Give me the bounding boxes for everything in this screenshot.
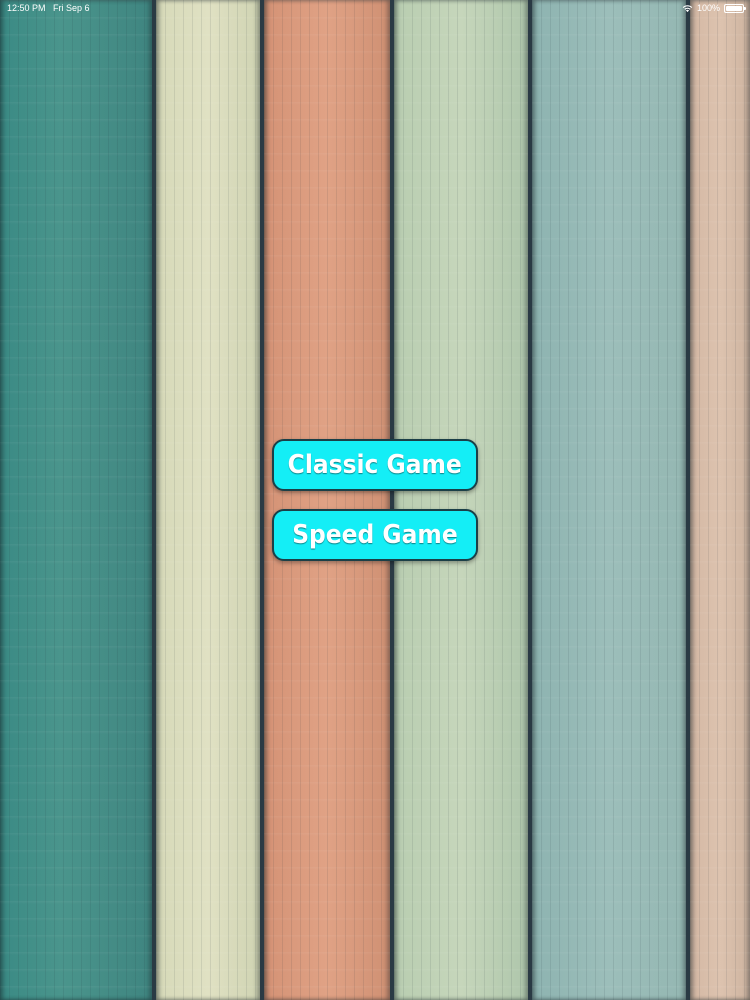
plank-peach	[690, 0, 750, 1000]
status-right-group: 100%	[682, 0, 746, 16]
speed-game-label: Speed Game	[292, 520, 458, 550]
status-bar: 12:50 PM Fri Sep 6 100%	[0, 0, 750, 16]
classic-game-label: Classic Game	[287, 450, 463, 480]
wood-plank-background	[0, 0, 750, 1000]
battery-fill	[726, 5, 742, 11]
plank-blue-grey	[532, 0, 686, 1000]
plank-teal	[0, 0, 152, 1000]
status-time: 12:50 PM	[7, 3, 46, 13]
plank-cream	[156, 0, 260, 1000]
battery-percentage: 100%	[696, 3, 720, 13]
plank-sage	[394, 0, 528, 1000]
classic-game-button[interactable]: Classic Game	[272, 439, 478, 491]
plank-salmon	[264, 0, 390, 1000]
speed-game-button[interactable]: Speed Game	[272, 509, 478, 561]
status-date: Fri Sep 6	[53, 3, 90, 13]
game-menu-screen: 12:50 PM Fri Sep 6 100% Classic Game Spe…	[0, 0, 750, 1000]
battery-icon	[724, 3, 746, 13]
wifi-icon	[682, 4, 693, 12]
